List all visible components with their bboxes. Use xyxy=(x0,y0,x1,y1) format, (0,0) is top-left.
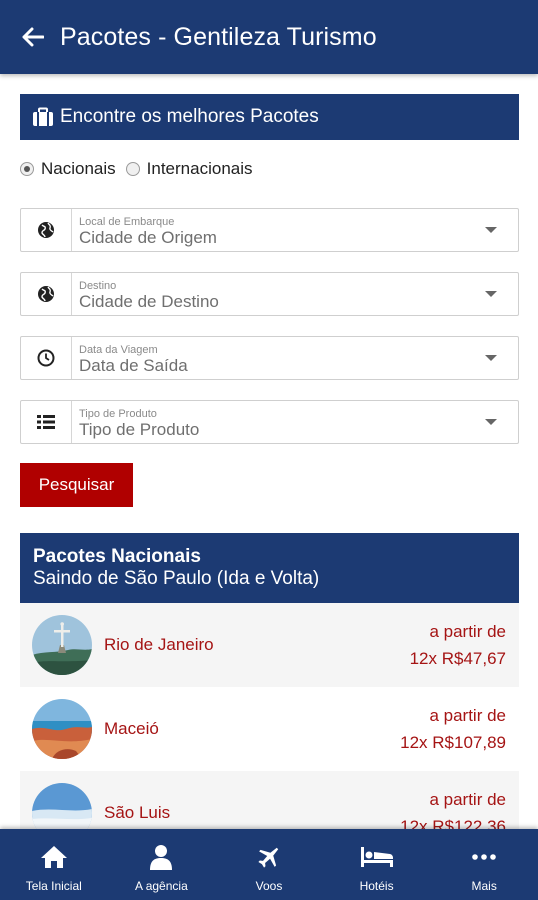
price-value: 12x R$107,89 xyxy=(400,733,506,752)
city-name: São Luis xyxy=(104,803,171,822)
nav-voos[interactable]: Voos xyxy=(215,829,323,900)
radio-dot[interactable] xyxy=(20,162,34,176)
package-type-radio-group: Nacionais Internacionais xyxy=(20,157,263,181)
field-value: Cidade de Origem xyxy=(79,228,217,247)
more-dots-icon xyxy=(472,843,496,871)
package-item-rio-de-janeiro[interactable]: Rio de Janeiro a partir de 12x R$47,67 xyxy=(20,603,519,687)
arrow-left-icon[interactable] xyxy=(20,24,46,50)
product-type-select[interactable]: Tipo de Produto Tipo de Produto xyxy=(20,400,519,444)
package-item-maceio[interactable]: Maceió a partir de 12x R$107,89 xyxy=(20,687,519,771)
globe-icon xyxy=(21,273,72,315)
price-prefix: a partir de xyxy=(429,790,506,809)
nav-label: A agência xyxy=(135,879,188,893)
globe-icon xyxy=(21,209,72,251)
radio-nacionais[interactable]: Nacionais xyxy=(20,159,116,179)
destination-select[interactable]: Destino Cidade de Destino xyxy=(20,272,519,316)
app-bar: Pacotes - Gentileza Turismo xyxy=(0,0,538,74)
travel-date-select[interactable]: Data da Viagem Data de Saída xyxy=(20,336,519,380)
field-value: Data de Saída xyxy=(79,356,188,375)
briefcase-icon xyxy=(33,107,53,126)
nav-label: Tela Inicial xyxy=(25,879,82,893)
nav-a-agencia[interactable]: A agência xyxy=(108,829,216,900)
nav-mais[interactable]: Mais xyxy=(430,829,538,900)
radio-label-nacionais: Nacionais xyxy=(41,159,116,178)
field-label: Destino xyxy=(79,280,117,292)
field-content: Destino Cidade de Destino xyxy=(72,273,518,315)
radio-internacionais[interactable]: Internacionais xyxy=(125,159,253,179)
nav-label: Voos xyxy=(255,879,283,893)
airplane-icon xyxy=(256,843,282,871)
person-icon xyxy=(150,843,173,871)
price-prefix: a partir de xyxy=(429,622,506,641)
field-label: Local de Embarque xyxy=(79,216,175,228)
field-value: Cidade de Destino xyxy=(79,292,219,311)
caret-down-icon xyxy=(485,227,497,233)
city-name: Rio de Janeiro xyxy=(104,635,214,654)
price-value: 12x R$47,67 xyxy=(409,649,506,668)
packages-title: Pacotes Nacionais xyxy=(33,546,201,567)
field-label: Tipo de Produto xyxy=(79,408,157,420)
city-name: Maceió xyxy=(104,719,159,738)
radio-label-internacionais: Internacionais xyxy=(146,159,253,178)
field-content: Local de Embarque Cidade de Origem xyxy=(72,209,518,251)
bottom-navigation: Tela Inicial A agência Voos Hotéis Mais xyxy=(0,829,538,900)
nav-label: Mais xyxy=(471,879,497,893)
packages-header: Pacotes Nacionais Saindo de São Paulo (I… xyxy=(20,533,519,603)
bed-icon xyxy=(360,843,394,871)
radio-dot[interactable] xyxy=(125,162,140,176)
search-section-title: Encontre os melhores Pacotes xyxy=(60,106,319,127)
home-icon xyxy=(40,843,68,871)
destination-photo xyxy=(32,615,92,675)
caret-down-icon xyxy=(485,291,497,297)
price-info: a partir de 12x R$47,67 xyxy=(410,618,506,672)
field-content: Tipo de Produto Tipo de Produto xyxy=(72,401,518,443)
origin-select[interactable]: Local de Embarque Cidade de Origem xyxy=(20,208,519,252)
price-info: a partir de 12x R$107,89 xyxy=(400,702,506,756)
caret-down-icon xyxy=(485,419,497,425)
packages-subtitle: Saindo de São Paulo (Ida e Volta) xyxy=(33,568,320,589)
nav-tela-inicial[interactable]: Tela Inicial xyxy=(0,829,108,900)
price-prefix: a partir de xyxy=(429,706,506,725)
field-label: Data da Viagem xyxy=(79,344,158,356)
caret-down-icon xyxy=(485,355,497,361)
list-icon xyxy=(21,401,72,443)
nav-label: Hotéis xyxy=(359,879,394,893)
destination-photo xyxy=(32,699,92,759)
clock-icon xyxy=(21,337,72,379)
nav-hoteis[interactable]: Hotéis xyxy=(323,829,431,900)
field-value: Tipo de Produto xyxy=(79,420,200,439)
field-content: Data da Viagem Data de Saída xyxy=(72,337,518,379)
search-section-header: Encontre os melhores Pacotes xyxy=(20,94,519,140)
search-button[interactable]: Pesquisar xyxy=(20,463,133,507)
page-title: Pacotes - Gentileza Turismo xyxy=(60,22,377,51)
